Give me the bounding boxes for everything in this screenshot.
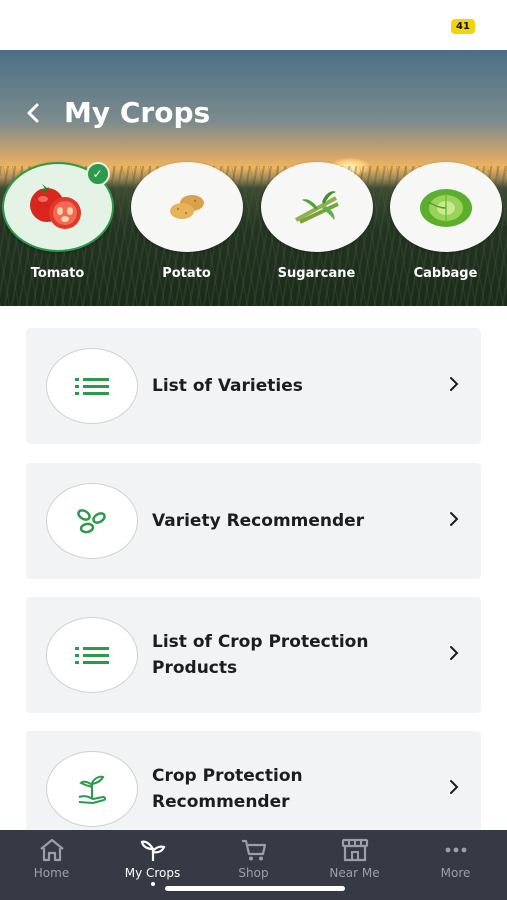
chevron-right-icon — [450, 377, 459, 391]
nav-home[interactable]: Home — [1, 838, 102, 880]
crop-circle — [389, 162, 502, 252]
card-icon-container — [46, 348, 138, 424]
sprout-icon — [140, 840, 165, 861]
sugarcane-icon — [294, 191, 339, 224]
cart-icon — [241, 839, 266, 861]
crop-circle — [130, 162, 243, 252]
crop-item-potato[interactable]: Potato — [130, 162, 243, 281]
menu-item-list-of-crop-protection-products[interactable]: List of Crop Protection Products — [26, 597, 481, 713]
plant-in-hand-icon — [78, 775, 107, 804]
crops-header: My Crops ✓ Tomato Potato Sugarcane Cabba… — [0, 50, 507, 306]
crop-label: Sugarcane — [277, 266, 356, 281]
crop-item-sugarcane[interactable]: Sugarcane — [260, 162, 373, 281]
battery-indicator: 41 — [451, 19, 475, 34]
nav-label: Shop — [238, 866, 269, 880]
card-label: List of Varieties — [152, 376, 303, 396]
potato-icon — [169, 195, 204, 219]
card-icon-container — [46, 483, 138, 559]
list-icon — [75, 647, 109, 664]
page-title: My Crops — [64, 96, 211, 129]
nav-label: Near Me — [329, 866, 380, 880]
status-bar: 41 — [0, 0, 507, 50]
crop-item-tomato[interactable]: ✓ Tomato — [1, 162, 114, 281]
card-icon-container — [46, 751, 138, 827]
chevron-left-icon — [27, 103, 39, 123]
nav-near-me[interactable]: Near Me — [304, 838, 405, 880]
card-label: Variety Recommender — [152, 511, 365, 531]
more-icon — [445, 847, 466, 853]
crop-circle: ✓ — [1, 162, 114, 252]
nav-shop[interactable]: Shop — [203, 838, 304, 880]
seeds-icon — [77, 509, 106, 534]
back-button[interactable] — [18, 98, 48, 128]
cabbage-icon — [419, 189, 472, 227]
chevron-right-icon — [450, 780, 459, 794]
card-label: List of Crop Protection Products — [152, 632, 369, 678]
crop-circle — [260, 162, 373, 252]
card-icon-container — [46, 617, 138, 693]
nav-more[interactable]: More — [405, 838, 506, 880]
nav-label: My Crops — [124, 866, 181, 880]
home-icon — [39, 838, 64, 862]
nav-my-crops[interactable]: My Crops — [102, 838, 203, 886]
chevron-right-icon — [450, 646, 459, 660]
tomato-icon — [29, 184, 81, 229]
nav-label: More — [440, 866, 471, 880]
selected-check-icon: ✓ — [85, 162, 110, 186]
store-icon — [341, 838, 368, 862]
crop-item-cabbage[interactable]: Cabbage — [389, 162, 502, 281]
menu-item-list-of-varieties[interactable]: List of Varieties — [26, 328, 481, 444]
list-icon — [75, 378, 109, 395]
crop-label: Cabbage — [413, 266, 478, 281]
home-indicator — [165, 886, 345, 891]
crop-label: Potato — [162, 266, 211, 281]
menu-item-variety-recommender[interactable]: Variety Recommender — [26, 463, 481, 579]
chevron-right-icon — [450, 512, 459, 526]
nav-label: Home — [33, 866, 70, 880]
crop-label: Tomato — [30, 266, 85, 281]
active-indicator — [150, 882, 155, 886]
